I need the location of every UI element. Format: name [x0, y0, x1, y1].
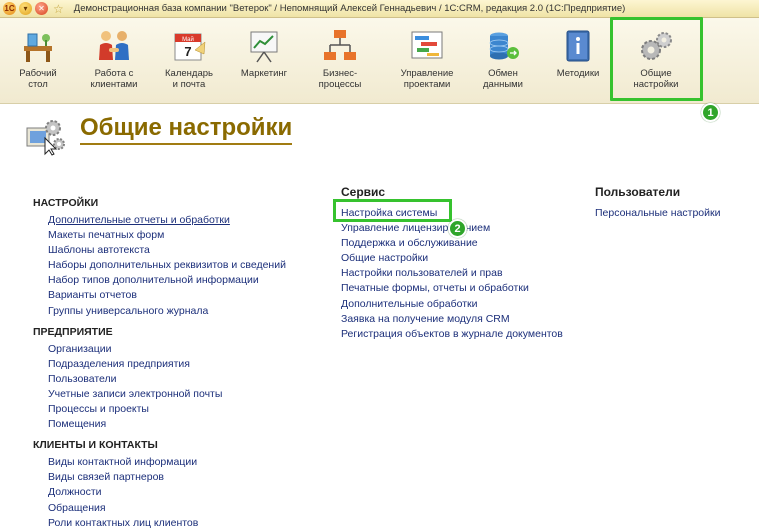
link-organizations[interactable]: Организации: [33, 342, 286, 357]
window-title: Демонстрационная база компании "Ветерок"…: [73, 3, 626, 14]
toolbar-item-label: Рабочий стол: [19, 68, 57, 90]
toolbar-item-clients[interactable]: Работа с клиентами: [78, 28, 150, 90]
window-titlebar: 1С ▾ ✕ ☆ Демонстрационная база компании …: [0, 0, 759, 18]
link-positions[interactable]: Должности: [33, 485, 286, 500]
toolbar-item-label: Маркетинг: [240, 68, 288, 79]
callout-badge-2: 2: [448, 219, 467, 238]
toolbar-item-label: Управление проектами: [400, 68, 454, 90]
link-contact-roles[interactable]: Роли контактных лиц клиентов: [33, 516, 286, 530]
toolbar-item-business-processes[interactable]: Бизнес-процессы: [304, 28, 376, 90]
toolbar-item-label: Работа с клиентами: [90, 68, 138, 90]
section-title-settings: НАСТРОЙКИ: [33, 197, 99, 209]
toolbar-item-label: Методики: [556, 68, 600, 79]
stop-icon[interactable]: ✕: [35, 2, 48, 15]
toolbar-item-desktop[interactable]: Рабочий стол: [2, 28, 74, 90]
link-autotext-templates[interactable]: Шаблоны автотекста: [33, 243, 286, 258]
calendar-icon: Май 7: [171, 28, 207, 64]
link-universal-journal-groups[interactable]: Группы универсального журнала: [33, 304, 286, 319]
info-book-icon: [560, 28, 596, 64]
page-title: Общие настройки: [80, 114, 293, 145]
main-menu-icon[interactable]: ▾: [19, 2, 32, 15]
gantt-board-icon: [409, 28, 445, 64]
presentation-chart-icon: [246, 28, 282, 64]
link-crm-module-request[interactable]: Заявка на получение модуля CRM: [341, 312, 563, 327]
link-contact-info-types[interactable]: Виды контактной информации: [33, 455, 286, 470]
link-additional-reports[interactable]: Дополнительные отчеты и обработки: [33, 213, 286, 228]
app-logo-icon[interactable]: 1С: [3, 2, 16, 15]
link-report-variants[interactable]: Варианты отчетов: [33, 288, 286, 303]
link-additional-processors[interactable]: Дополнительные обработки: [341, 297, 563, 312]
toolbar-item-calendar[interactable]: Май 7 Календарь и почта: [153, 28, 225, 90]
link-processes-projects[interactable]: Процессы и проекты: [33, 402, 286, 417]
users-column: Пользователи Персональные настройки: [595, 185, 720, 221]
toolbar-item-methods[interactable]: Методики: [542, 28, 614, 79]
link-document-journal-registration[interactable]: Регистрация объектов в журнале документо…: [341, 327, 563, 342]
highlight-system-settings: [333, 199, 452, 222]
link-print-templates[interactable]: Макеты печатных форм: [33, 228, 286, 243]
link-departments[interactable]: Подразделения предприятия: [33, 357, 286, 372]
link-appeals[interactable]: Обращения: [33, 501, 286, 516]
link-additional-attributes[interactable]: Наборы дополнительных реквизитов и сведе…: [33, 258, 286, 273]
link-personal-settings[interactable]: Персональные настройки: [595, 206, 720, 221]
settings-page-icon: [25, 116, 67, 156]
database-exchange-icon: [485, 28, 521, 64]
highlight-general-settings: [610, 17, 703, 101]
link-additional-info-types[interactable]: Набор типов дополнительной информации: [33, 273, 286, 288]
toolbar-item-marketing[interactable]: Маркетинг: [228, 28, 300, 79]
svg-text:Май: Май: [182, 36, 194, 43]
svg-text:7: 7: [184, 44, 191, 59]
section-title-users: Пользователи: [595, 185, 681, 199]
link-user-rights-settings[interactable]: Настройки пользователей и прав: [341, 266, 563, 281]
toolbar-item-label: Календарь и почта: [165, 68, 213, 90]
link-support-maintenance[interactable]: Поддержка и обслуживание: [341, 236, 563, 251]
link-print-forms-reports[interactable]: Печатные формы, отчеты и обработки: [341, 281, 563, 296]
toolbar-item-data-exchange[interactable]: Обмен данными: [467, 28, 539, 90]
section-title-service: Сервис: [341, 185, 386, 199]
toolbar-item-label: Обмен данными: [483, 68, 523, 90]
toolbar-item-projects[interactable]: Управление проектами: [391, 28, 463, 90]
toolbar-item-label: Бизнес-процессы: [318, 68, 362, 90]
handshake-people-icon: [96, 28, 132, 64]
settings-column: НАСТРОЙКИ Дополнительные отчеты и обрабо…: [33, 197, 286, 530]
callout-badge-1: 1: [701, 103, 720, 122]
link-users[interactable]: Пользователи: [33, 372, 286, 387]
section-title-clients-contacts: КЛИЕНТЫ И КОНТАКТЫ: [33, 439, 158, 452]
link-email-accounts[interactable]: Учетные записи электронной почты: [33, 387, 286, 402]
link-general-settings[interactable]: Общие настройки: [341, 251, 563, 266]
desk-icon: [20, 28, 56, 64]
link-rooms[interactable]: Помещения: [33, 417, 286, 432]
flowchart-icon: [322, 28, 358, 64]
favorites-star-icon[interactable]: ☆: [53, 2, 64, 16]
section-title-enterprise: ПРЕДПРИЯТИЕ: [33, 325, 113, 338]
link-partner-relation-types[interactable]: Виды связей партнеров: [33, 470, 286, 485]
